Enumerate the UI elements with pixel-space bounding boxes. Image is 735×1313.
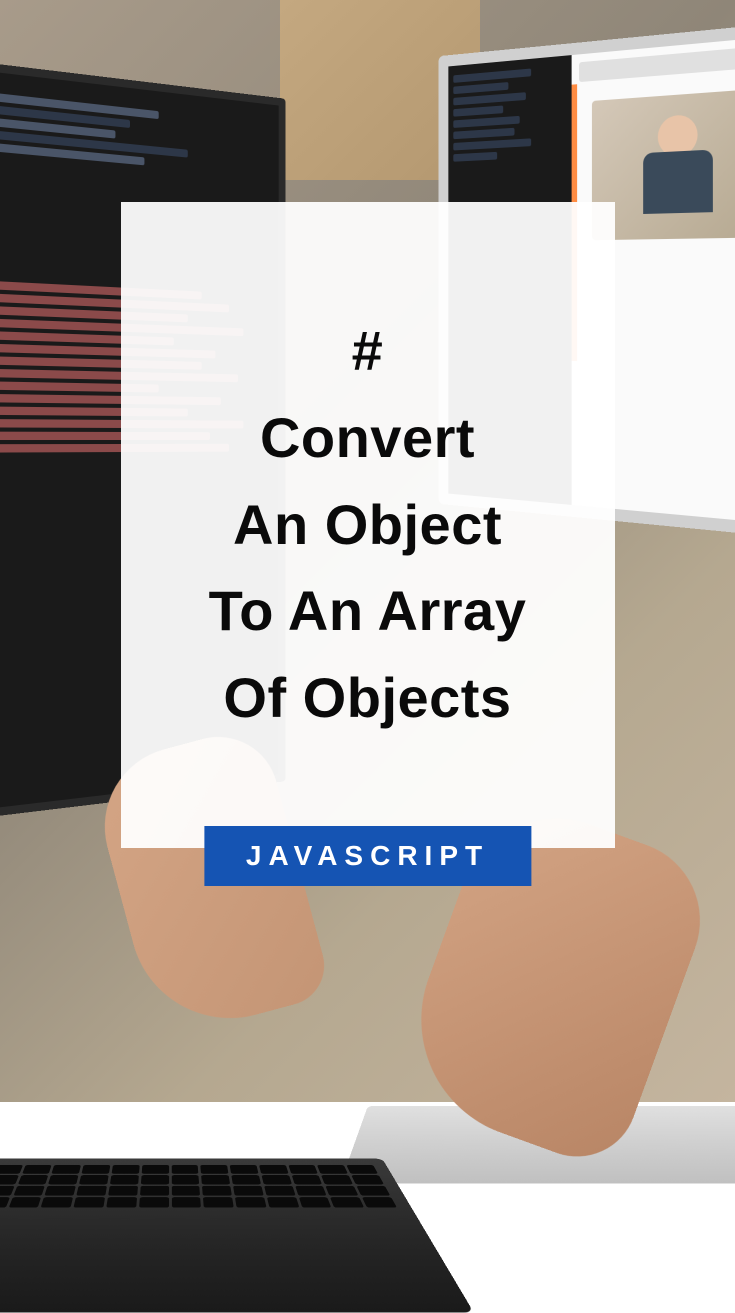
- browser-address-bar: [579, 45, 735, 82]
- title-line-4: To An Array: [209, 579, 527, 642]
- title-line-3: An Object: [233, 493, 502, 556]
- title-line-1: #: [352, 319, 384, 382]
- person-body: [643, 150, 713, 214]
- title-line-2: Convert: [260, 406, 475, 469]
- title-card: # Convert An Object To An Array Of Objec…: [121, 202, 615, 848]
- badge-label: JAVASCRIPT: [246, 840, 489, 871]
- card-title: # Convert An Object To An Array Of Objec…: [209, 308, 527, 742]
- category-badge: JAVASCRIPT: [204, 826, 531, 886]
- title-line-5: Of Objects: [223, 666, 511, 729]
